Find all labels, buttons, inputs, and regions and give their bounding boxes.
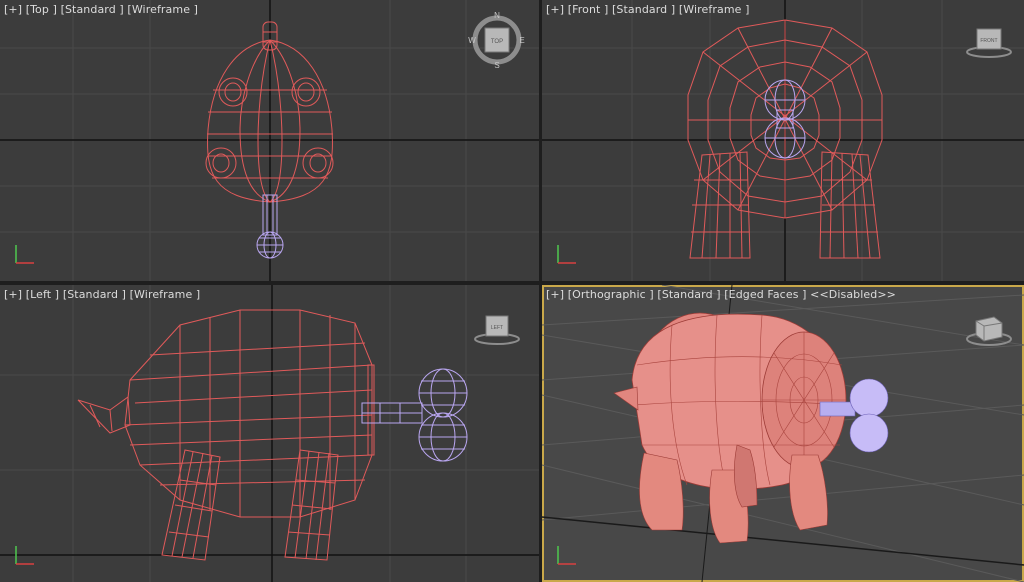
viewport-display-mode-label[interactable]: [Edged Faces ] — [724, 288, 806, 301]
viewport-left-label: [+] [Left ] [Standard ] [Wireframe ] — [4, 288, 200, 301]
viewcube-front[interactable]: FRONT — [964, 24, 1014, 64]
viewport-menu-button[interactable]: [+] — [4, 288, 22, 301]
viewcube-front-face-label: FRONT — [980, 38, 997, 44]
viewport-orthographic-canvas[interactable] — [542, 285, 1024, 582]
viewport-point-of-view-label[interactable]: [Top ] — [26, 3, 57, 16]
axis-tripod-icon — [557, 546, 576, 565]
viewport-menu-button[interactable]: [+] — [546, 3, 564, 16]
viewport-orthographic-label: [+] [Orthographic ] [Standard ] [Edged F… — [546, 288, 896, 301]
compass-east: E — [519, 36, 524, 45]
viewport-front-label: [+] [Front ] [Standard ] [Wireframe ] — [546, 3, 750, 16]
viewport-top-canvas[interactable] — [0, 0, 539, 281]
viewcube-top-face-label: TOP — [491, 39, 503, 45]
axis-tripod-icon — [15, 546, 34, 565]
viewport-orthographic[interactable]: [+] [Orthographic ] [Standard ] [Edged F… — [542, 285, 1024, 582]
viewport-shading-label[interactable]: [Standard ] — [63, 288, 126, 301]
axis-tripod-icon — [15, 245, 34, 264]
compass-north: N — [494, 11, 500, 20]
viewport-layout: [+] [Top ] [Standard ] [Wireframe ] TOP … — [0, 0, 1024, 582]
viewport-top[interactable]: [+] [Top ] [Standard ] [Wireframe ] TOP … — [0, 0, 539, 281]
compass-west: W — [468, 36, 476, 45]
pig-body-wire-side[interactable] — [77, 309, 375, 561]
viewport-shading-label[interactable]: [Standard ] — [61, 3, 124, 16]
viewcube-left-face-label: LEFT — [491, 325, 503, 331]
compass-south: S — [494, 61, 499, 70]
viewport-display-mode-label[interactable]: [Wireframe ] — [679, 3, 750, 16]
viewcube-left[interactable]: LEFT — [472, 311, 522, 351]
viewport-point-of-view-label[interactable]: [Left ] — [26, 288, 59, 301]
viewport-menu-button[interactable]: [+] — [4, 3, 22, 16]
viewport-disabled-label[interactable]: <<Disabled>> — [810, 288, 896, 301]
viewport-menu-button[interactable]: [+] — [546, 288, 564, 301]
viewport-shading-label[interactable]: [Standard ] — [657, 288, 720, 301]
viewcube-top[interactable]: TOP N S E W — [467, 10, 527, 70]
viewport-point-of-view-label[interactable]: [Orthographic ] — [568, 288, 654, 301]
viewport-shading-label[interactable]: [Standard ] — [612, 3, 675, 16]
viewport-front[interactable]: [+] [Front ] [Standard ] [Wireframe ] FR… — [542, 0, 1024, 281]
axis-tripod-icon — [557, 245, 576, 264]
viewport-left-canvas[interactable] — [0, 285, 539, 582]
key-wire-side[interactable] — [361, 368, 468, 462]
viewport-front-canvas[interactable] — [542, 0, 1024, 281]
viewport-point-of-view-label[interactable]: [Front ] — [568, 3, 609, 16]
viewcube-orthographic[interactable] — [964, 311, 1014, 351]
viewport-left[interactable]: [+] [Left ] [Standard ] [Wireframe ] LEF… — [0, 285, 539, 582]
viewport-display-mode-label[interactable]: [Wireframe ] — [130, 288, 201, 301]
viewport-top-label: [+] [Top ] [Standard ] [Wireframe ] — [4, 3, 198, 16]
viewport-display-mode-label[interactable]: [Wireframe ] — [127, 3, 198, 16]
pig-model-shaded[interactable] — [613, 312, 889, 544]
